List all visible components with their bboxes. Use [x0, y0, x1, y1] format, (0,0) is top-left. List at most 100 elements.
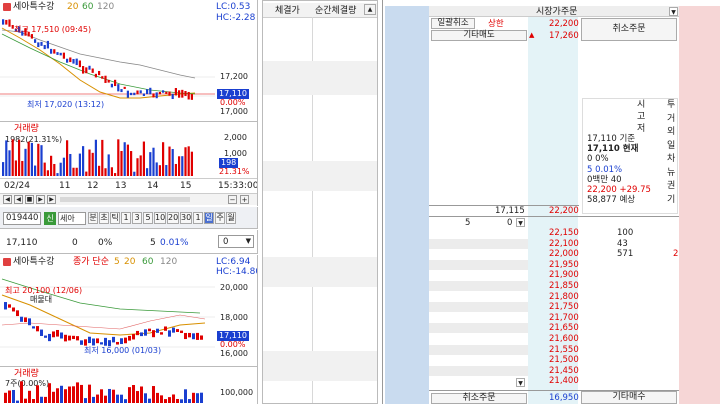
- candle: [165, 91, 168, 94]
- volume-bar: [8, 150, 11, 176]
- period-button-3[interactable]: 1: [121, 212, 131, 224]
- volume-pct: 21.31%: [219, 167, 250, 176]
- last-icon[interactable]: ▶: [47, 195, 56, 204]
- ob-row-price[interactable]: 21,750: [549, 302, 579, 312]
- period-button-12[interactable]: 월: [226, 212, 236, 224]
- candle: [98, 70, 101, 76]
- other-sell-button[interactable]: 기타매도: [431, 30, 527, 41]
- volume-tick-1: 2,000: [224, 133, 247, 142]
- ob-row-price[interactable]: 21,800: [549, 292, 579, 302]
- ob-row-price[interactable]: 21,850: [549, 281, 579, 291]
- zoom-in-icon[interactable]: +: [240, 195, 249, 204]
- volume-bar: [75, 167, 78, 176]
- stop-icon[interactable]: ■: [25, 195, 34, 204]
- candle: [164, 326, 167, 331]
- sort-icon[interactable]: ▲: [529, 31, 539, 40]
- side-label-0[interactable]: 투: [667, 100, 675, 110]
- ob-row-price[interactable]: 22,000: [549, 249, 579, 259]
- ob-row-price[interactable]: 21,900: [549, 270, 579, 280]
- quote-row: 17,110 0 0% 5 0.01% 0 ▼: [0, 230, 258, 254]
- ob-row-price[interactable]: 22,100: [549, 239, 579, 249]
- period-button-8[interactable]: 30: [180, 212, 192, 224]
- daily-low-label: 최저 16,000 (01/03): [84, 346, 162, 355]
- info-vertical-3: 저: [637, 124, 646, 134]
- candle: [94, 73, 97, 78]
- period-button-0[interactable]: 분: [88, 212, 98, 224]
- volume-bar: [128, 387, 131, 403]
- candle: [34, 39, 37, 43]
- ob-row-price[interactable]: 22,150: [549, 228, 579, 238]
- period-button-1[interactable]: 초: [99, 212, 109, 224]
- candle: [104, 75, 107, 83]
- side-label-5[interactable]: 뉴: [667, 168, 675, 178]
- volume-bar: [21, 160, 24, 176]
- candle: [75, 58, 78, 66]
- ob-row-price[interactable]: 21,600: [549, 334, 579, 344]
- ob-row-price[interactable]: 21,650: [549, 323, 579, 333]
- intraday-high-label: 최고 17,510 (09:45): [14, 25, 92, 34]
- volume-bar: [96, 394, 99, 403]
- first-icon[interactable]: ◀: [3, 195, 12, 204]
- volume-bar: [187, 146, 190, 176]
- candle: [162, 90, 165, 93]
- ob-row-price[interactable]: 21,450: [549, 366, 579, 376]
- candle: [24, 317, 27, 323]
- side-label-2[interactable]: 외: [667, 127, 675, 137]
- ob-row-price[interactable]: 21,950: [549, 260, 579, 270]
- ob-row-price[interactable]: 21,550: [549, 345, 579, 355]
- new-listing-badge: 신: [44, 212, 56, 225]
- chart-close-icon-2[interactable]: [3, 258, 11, 266]
- ob-title-dropdown-icon[interactable]: ▼: [669, 7, 678, 16]
- side-label-1[interactable]: 거: [667, 114, 675, 124]
- chart-scrollbar[interactable]: [60, 197, 190, 202]
- bottom-cancel-button[interactable]: 취소주문: [431, 393, 527, 404]
- period-button-10[interactable]: 일: [204, 212, 214, 224]
- side-label-6[interactable]: 권: [667, 181, 675, 191]
- stock-name-field[interactable]: 세아: [58, 212, 86, 225]
- volume-bar: [116, 394, 119, 403]
- ob-row-price[interactable]: 21,500: [549, 355, 579, 365]
- other-buy-button[interactable]: 기타매수: [581, 391, 677, 404]
- intraday-chart-panel: 세아특수강 20 60 120 LC:0.53 HC:-2.28 최고 17,5…: [0, 0, 258, 206]
- candle: [20, 316, 23, 322]
- info-line-0: 17,110 기준: [587, 134, 636, 144]
- volume-bar: [72, 386, 75, 403]
- side-label-4[interactable]: 차: [667, 154, 675, 164]
- quote-change: 0: [72, 238, 78, 248]
- candle: [120, 89, 123, 93]
- period-button-2[interactable]: 틱: [110, 212, 120, 224]
- volume-bar: [152, 386, 155, 403]
- trades-scroll-up-icon[interactable]: ▲: [364, 4, 376, 15]
- ob-row-price[interactable]: 21,700: [549, 313, 579, 323]
- period-button-5[interactable]: 5: [143, 212, 153, 224]
- rows-scroll-down-icon[interactable]: ▼: [516, 378, 525, 387]
- cancel-order-button[interactable]: 취소주문: [581, 18, 677, 41]
- candle: [16, 310, 19, 317]
- period-button-7[interactable]: 20: [167, 212, 179, 224]
- ob-pink-column: [679, 6, 720, 404]
- volume-bar: [5, 140, 8, 176]
- info-line-3: 5 0.01%: [587, 164, 623, 175]
- volume-bar: [36, 385, 39, 403]
- ob-row-shade: [429, 302, 528, 313]
- volume-bar: [56, 173, 59, 176]
- side-label-7[interactable]: 기: [667, 195, 675, 205]
- quote-dropdown[interactable]: 0 ▼: [218, 235, 254, 248]
- chart-close-icon[interactable]: [3, 3, 11, 11]
- ob-row-right: 2: [673, 249, 679, 260]
- next-icon[interactable]: ▶: [36, 195, 45, 204]
- bid-qty-dropdown-icon[interactable]: ▼: [516, 218, 525, 227]
- period-button-9[interactable]: 1: [193, 212, 203, 224]
- period-button-4[interactable]: 3: [132, 212, 142, 224]
- info-line-1: 17,110 현재: [587, 144, 639, 155]
- period-button-6[interactable]: 10: [154, 212, 166, 224]
- stock-code-input[interactable]: 019440: [3, 212, 41, 225]
- period-button-11[interactable]: 주: [215, 212, 225, 224]
- zoom-out-icon[interactable]: −: [228, 195, 237, 204]
- info-line-4: 0백만 40: [587, 174, 622, 185]
- first-bid-price: 22,200: [549, 206, 579, 216]
- cancel-all-button[interactable]: 일괄취소: [431, 18, 475, 29]
- ob-row-price[interactable]: 21,400: [549, 376, 579, 386]
- side-label-3[interactable]: 일: [667, 141, 675, 151]
- prev-icon[interactable]: ◀: [14, 195, 23, 204]
